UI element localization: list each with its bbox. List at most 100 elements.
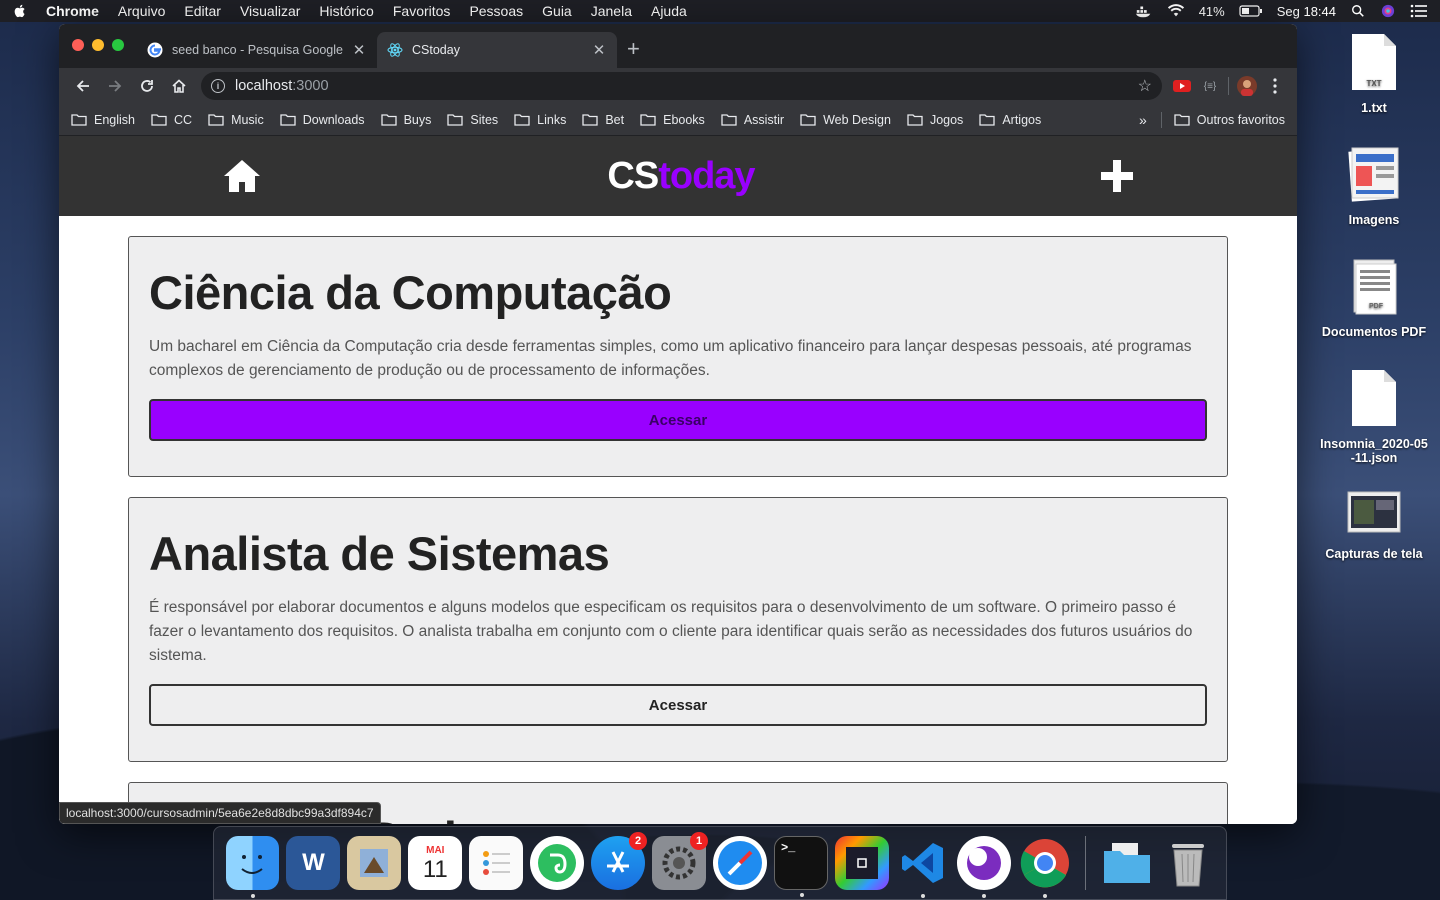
- dock-preview[interactable]: [347, 836, 402, 890]
- tab-title: seed banco - Pesquisa Google: [172, 43, 343, 57]
- dock-separator: [1085, 836, 1087, 890]
- image-stack-icon: [1348, 147, 1399, 202]
- folder-icon: [280, 113, 296, 126]
- bookmark-label: Ebooks: [663, 112, 705, 127]
- extension-json-button[interactable]: {≡}: [1196, 72, 1224, 100]
- minimize-window-button[interactable]: [92, 39, 104, 51]
- dock-insomnia-rainbow[interactable]: [834, 836, 889, 890]
- bookmark-star-icon[interactable]: ☆: [1138, 76, 1152, 96]
- course-title: Ciência da Computação: [149, 266, 672, 319]
- bookmark-folder-bet[interactable]: Bet: [582, 113, 624, 127]
- bookmarks-overflow-button[interactable]: »: [1139, 112, 1147, 128]
- plus-icon[interactable]: [1100, 159, 1134, 193]
- dock-evernote[interactable]: [530, 836, 585, 890]
- dock-vscode[interactable]: [896, 836, 950, 898]
- dock-system-preferences[interactable]: 1: [652, 832, 708, 890]
- close-window-button[interactable]: [72, 39, 84, 51]
- bookmark-folder-english[interactable]: English: [71, 113, 135, 127]
- bookmark-folder-cc[interactable]: CC: [151, 113, 192, 127]
- menu-pessoas[interactable]: Pessoas: [469, 3, 523, 19]
- dock-safari[interactable]: [713, 836, 767, 890]
- bookmark-folder-artigos[interactable]: Artigos: [979, 113, 1041, 127]
- dock-word[interactable]: W: [286, 836, 341, 890]
- address-bar[interactable]: i localhost:3000 ☆: [201, 72, 1162, 100]
- google-icon: [147, 42, 163, 58]
- desktop-folder-capturas[interactable]: Capturas de tela: [1314, 488, 1434, 561]
- home-button[interactable]: [163, 72, 195, 100]
- dock-app-store[interactable]: 2: [591, 832, 648, 890]
- bookmark-folder-buys[interactable]: Buys: [380, 112, 432, 127]
- bookmark-folder-links[interactable]: Links: [514, 113, 566, 127]
- access-button[interactable]: Acessar: [149, 684, 1207, 726]
- forward-button[interactable]: [99, 72, 131, 100]
- dock-trash[interactable]: [1161, 836, 1215, 890]
- more-vertical-icon: [1273, 78, 1277, 94]
- close-tab-icon[interactable]: ✕: [591, 41, 607, 59]
- folder-icon: [71, 113, 87, 126]
- app-header: CStoday: [59, 136, 1297, 216]
- bookmark-folder-assistir[interactable]: Assistir: [721, 113, 784, 127]
- desktop-icon-label: Insomnia_2020-05 -11.json: [1320, 437, 1428, 465]
- menu-arquivo[interactable]: Arquivo: [118, 3, 165, 19]
- dock-finder[interactable]: [225, 836, 280, 898]
- safari-compass-icon: [717, 841, 762, 885]
- wifi-icon[interactable]: [1167, 4, 1185, 18]
- menu-ajuda[interactable]: Ajuda: [651, 3, 687, 19]
- tab-google-search[interactable]: seed banco - Pesquisa Google ✕: [137, 32, 377, 68]
- desktop-folder-documentos-pdf[interactable]: PDF Documentos PDF: [1314, 256, 1434, 339]
- folder-icon: [447, 113, 464, 126]
- menu-historico[interactable]: Histórico: [319, 3, 373, 19]
- dock-downloads-stack[interactable]: [1100, 836, 1154, 890]
- reload-button[interactable]: [131, 72, 163, 100]
- profile-avatar-button[interactable]: [1233, 72, 1261, 100]
- arrow-right-icon: [109, 80, 122, 92]
- course-card: Ciência da Computação Um bacharel em Ciê…: [128, 236, 1228, 477]
- chrome-menu-button[interactable]: [1261, 72, 1289, 100]
- bookmark-label: Buys: [403, 112, 432, 127]
- bookmark-folder-downloads[interactable]: Downloads: [280, 113, 365, 127]
- window-controls: [72, 39, 124, 51]
- siri-icon[interactable]: [1380, 4, 1396, 18]
- menu-guia[interactable]: Guia: [542, 3, 572, 19]
- extension-youtube-button[interactable]: [1168, 72, 1196, 100]
- dock-insomnia[interactable]: [956, 836, 1011, 898]
- notification-center-icon[interactable]: [1410, 4, 1428, 18]
- bookmark-folder-other[interactable]: Outros favoritos: [1174, 113, 1285, 127]
- apple-icon[interactable]: [12, 3, 28, 19]
- dock-terminal[interactable]: >_: [773, 836, 828, 897]
- menu-favoritos[interactable]: Favoritos: [393, 3, 451, 19]
- back-button[interactable]: [67, 72, 99, 100]
- desktop-icon-label: Imagens: [1348, 213, 1400, 227]
- new-tab-button[interactable]: +: [627, 36, 640, 62]
- spotlight-search-icon[interactable]: [1350, 4, 1366, 18]
- bookmark-folder-web-design[interactable]: Web Design: [800, 113, 891, 127]
- dock-reminders[interactable]: [469, 836, 524, 890]
- site-info-icon[interactable]: i: [211, 79, 225, 93]
- menu-editar[interactable]: Editar: [184, 3, 221, 19]
- docker-icon[interactable]: [1135, 4, 1153, 18]
- app-logo[interactable]: CStoday: [607, 154, 755, 198]
- dock-chrome[interactable]: [1018, 836, 1072, 898]
- desktop-folder-imagens[interactable]: Imagens: [1314, 144, 1434, 227]
- logo-cs: CS: [607, 154, 659, 197]
- bookmark-folder-jogos[interactable]: Jogos: [907, 113, 963, 127]
- bookmark-folder-ebooks[interactable]: Ebooks: [640, 113, 705, 127]
- bookmark-label: Assistir: [743, 112, 785, 127]
- menu-app-name[interactable]: Chrome: [46, 3, 99, 19]
- access-button[interactable]: Acessar: [149, 399, 1207, 441]
- menubar-clock[interactable]: Seg 18:44: [1277, 4, 1336, 19]
- menu-janela[interactable]: Janela: [591, 3, 632, 19]
- desktop-icon-label: Capturas de tela: [1325, 547, 1423, 561]
- dock-calendar[interactable]: MAI 11: [408, 836, 463, 890]
- avatar: [1237, 76, 1257, 96]
- menu-visualizar[interactable]: Visualizar: [240, 3, 300, 19]
- bookmark-folder-sites[interactable]: Sites: [447, 113, 498, 127]
- bookmark-folder-music[interactable]: Music: [208, 113, 264, 127]
- home-icon[interactable]: [222, 158, 262, 194]
- desktop-file-insomnia-json[interactable]: Insomnia_2020-05 -11.json: [1314, 368, 1434, 465]
- battery-icon[interactable]: [1239, 4, 1263, 18]
- close-tab-icon[interactable]: ✕: [351, 41, 367, 59]
- desktop-file-1-txt[interactable]: TXT 1.txt: [1314, 32, 1434, 115]
- tab-cstoday[interactable]: CStoday ✕: [377, 32, 617, 68]
- maximize-window-button[interactable]: [112, 39, 124, 51]
